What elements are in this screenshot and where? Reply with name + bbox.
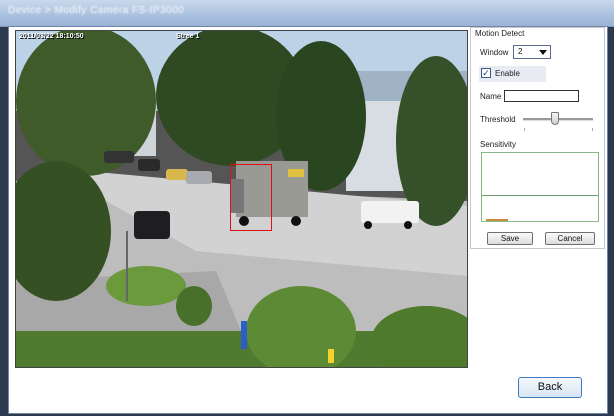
chevron-down-icon (539, 50, 547, 55)
enable-label: Enable (495, 69, 520, 78)
save-button[interactable]: Save (487, 232, 533, 245)
sensitivity-graph (481, 152, 599, 222)
name-label: Name (480, 92, 502, 101)
motion-detect-window[interactable] (230, 164, 272, 231)
back-button[interactable]: Back (518, 377, 582, 398)
window-titlebar: Device > Modify Camera FS-IP3000 (0, 0, 614, 27)
threshold-label: Threshold (480, 115, 516, 124)
panel-title: Motion Detect (475, 29, 525, 38)
sensitivity-marker (486, 219, 508, 221)
cancel-button[interactable]: Cancel (545, 232, 595, 245)
dialog-frame: 2011/03/22 18:10:50 Stree 1 Motion Detec… (8, 26, 608, 414)
slider-tick (524, 128, 525, 131)
motion-detect-panel: Motion Detect Window 2 ✓ Enable Name Thr… (470, 27, 605, 249)
enable-row: ✓ Enable (479, 66, 546, 82)
slider-tick (592, 128, 593, 131)
camera-label: Stree 1 (176, 33, 200, 40)
camera-video-feed[interactable]: 2011/03/22 18:10:50 Stree 1 (15, 30, 468, 368)
threshold-slider-thumb[interactable] (550, 112, 559, 125)
sensitivity-level-line (482, 195, 598, 196)
window-title: Device > Modify Camera FS-IP3000 (8, 5, 185, 16)
video-timestamp: 2011/03/22 18:10:50 (19, 33, 84, 40)
name-input[interactable] (504, 90, 579, 102)
window-label: Window (480, 48, 509, 57)
window-select-value: 2 (518, 47, 523, 56)
enable-checkbox[interactable]: ✓ (481, 68, 491, 78)
window-select[interactable]: 2 (513, 45, 551, 59)
sensitivity-label: Sensitivity (480, 140, 517, 149)
